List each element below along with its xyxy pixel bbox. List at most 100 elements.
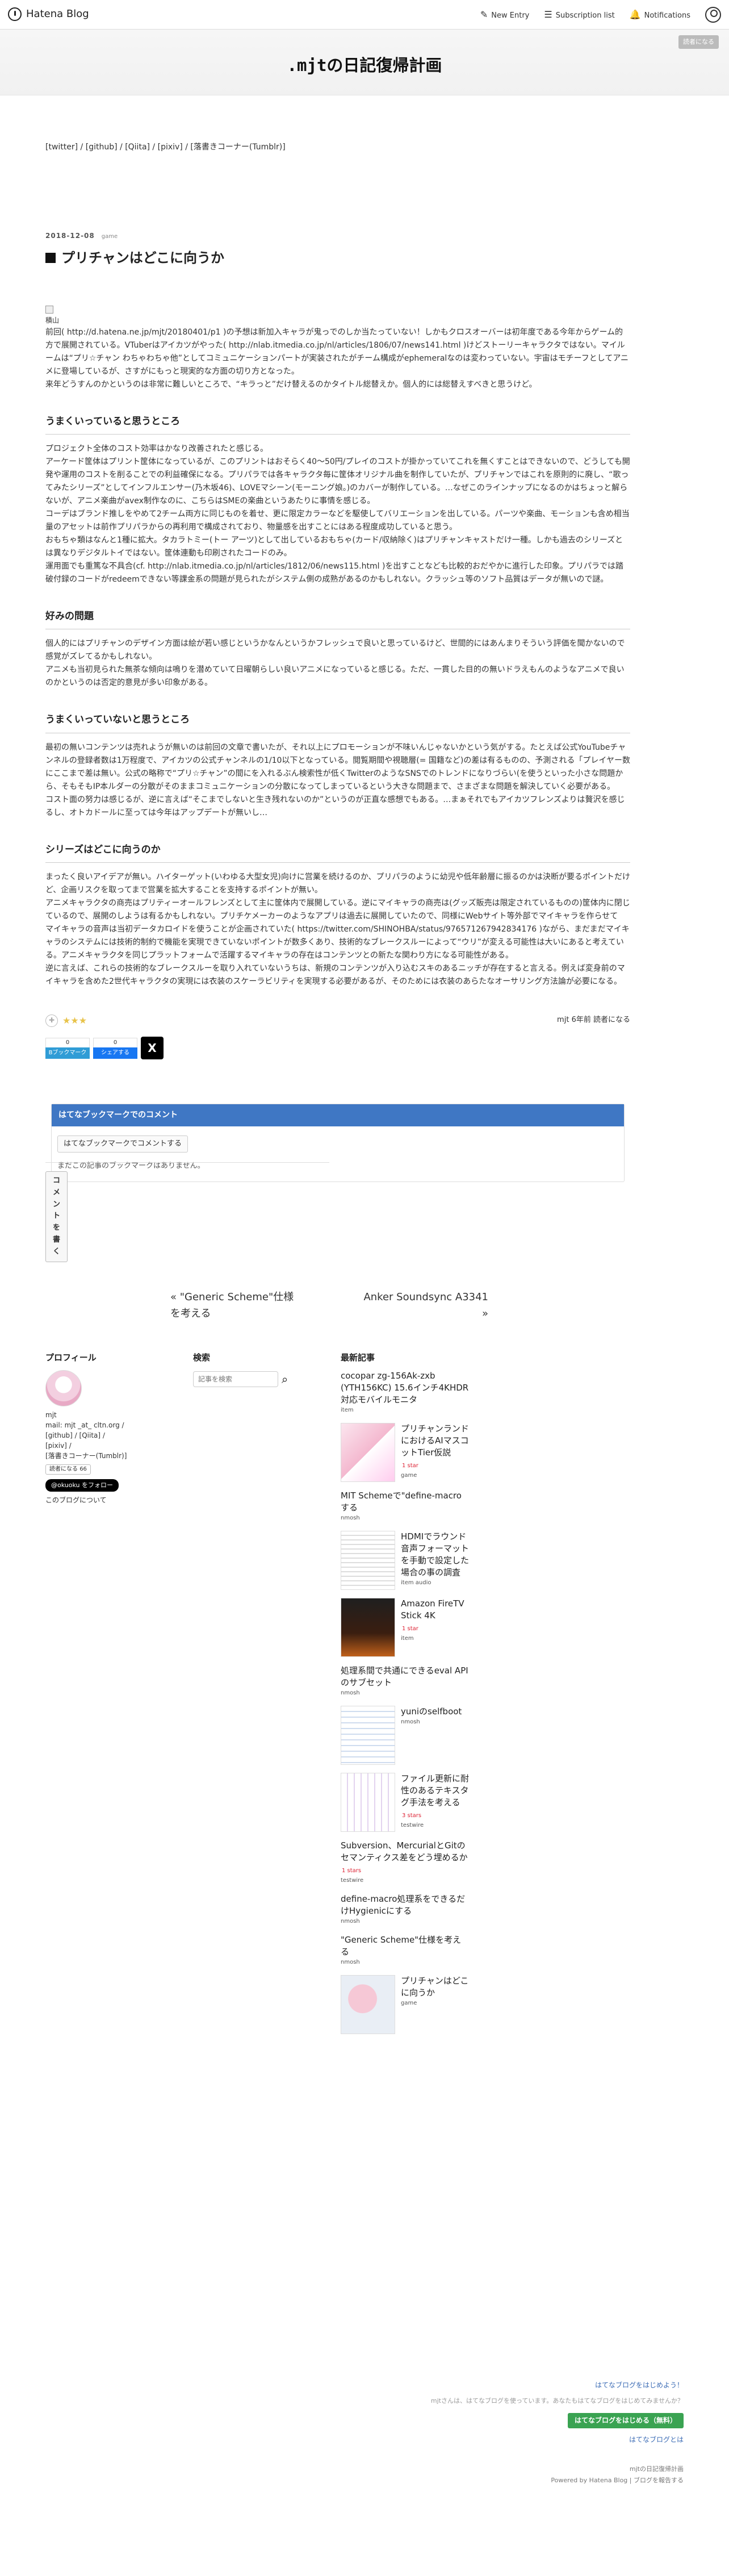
recent-entry-title[interactable]: ファイル更新に耐性のあるテキスタグ手法を考える xyxy=(401,1773,469,1809)
recent-entry-category[interactable]: testwire xyxy=(341,1876,469,1885)
recent-entry-title[interactable]: プリチャンランドにおけるAIマスコットTier仮説 xyxy=(401,1423,469,1459)
entry-thumbnail[interactable] xyxy=(341,1423,395,1482)
list-icon: ☰ xyxy=(544,9,552,20)
recent-entry-title[interactable]: cocopar zg-156Ak-zxb (YTH156KC) 15.6インチ4… xyxy=(341,1370,469,1406)
recent-entry[interactable]: cocopar zg-156Ak-zxb (YTH156KC) 15.6インチ4… xyxy=(341,1370,469,1415)
recent-entry-title[interactable]: MIT Schemeで"define-macroする xyxy=(341,1490,469,1514)
tumblr-link[interactable]: [落書きコーナー(Tumblr)] xyxy=(190,143,285,152)
prev-entry-link[interactable]: « "Generic Scheme"仕様を考える xyxy=(170,1289,301,1322)
profile-reader-button[interactable]: 読者になる 66 xyxy=(45,1464,91,1475)
entry-age[interactable]: 6年前 xyxy=(572,1016,591,1024)
hatena-blog-logo[interactable]: Hatena Blog xyxy=(8,6,89,23)
recent-entry[interactable]: プリチャンランドにおけるAIマスコットTier仮説 1 star game xyxy=(341,1423,469,1482)
recent-entry[interactable]: 処理系間で共通にできるeval APIのサブセット nmosh xyxy=(341,1665,469,1698)
recent-entry-category[interactable]: nmosh xyxy=(341,1514,469,1523)
start-blog-button[interactable]: はてなブログをはじめる（無料） xyxy=(567,2413,684,2429)
profile-pixiv[interactable]: [pixiv] / xyxy=(45,1442,72,1450)
author-link[interactable]: mjt xyxy=(557,1016,569,1024)
entry-reader-link[interactable]: 読者になる xyxy=(593,1016,630,1024)
x-follow-button[interactable]: @okuoku をフォロー xyxy=(45,1479,119,1492)
recent-entry[interactable]: define-macro処理系をできるだけHygienicにする nmosh xyxy=(341,1893,469,1926)
recent-entry-title[interactable]: Amazon FireTV Stick 4K xyxy=(401,1598,469,1622)
date-text[interactable]: 2018-12-08 xyxy=(45,232,95,240)
recent-entry-title[interactable]: プリチャンはどこに向うか xyxy=(401,1975,469,1999)
recent-entry-title[interactable]: 処理系間で共通にできるeval APIのサブセット xyxy=(341,1665,469,1689)
recent-entry[interactable]: Subversion、MercurialとGitのセマンティクス差をどう埋めるか… xyxy=(341,1840,469,1885)
recent-entry-category[interactable]: item xyxy=(341,1406,469,1415)
new-entry-button[interactable]: ✎ New Entry xyxy=(480,7,529,22)
fb-label: シェアする xyxy=(93,1047,137,1059)
recent-entry-category[interactable]: item audio xyxy=(401,1579,469,1588)
star-icon[interactable]: ★★★ xyxy=(62,1013,87,1028)
section-heading: うまくいっていると思うところ xyxy=(45,414,630,435)
entry-category[interactable]: game xyxy=(102,233,118,240)
recent-entry[interactable]: ファイル更新に耐性のあるテキスタグ手法を考える 3 stars testwire xyxy=(341,1773,469,1832)
twitter-link[interactable]: [twitter] xyxy=(45,143,78,152)
recent-entry-category[interactable]: item xyxy=(401,1634,469,1643)
entry-thumbnail[interactable] xyxy=(341,1706,395,1765)
recent-list: cocopar zg-156Ak-zxb (YTH156KC) 15.6インチ4… xyxy=(341,1370,469,2035)
x-share-icon[interactable]: X xyxy=(141,1037,164,1060)
bookmark-comments: はてなブックマークでのコメント はてなブックマークでコメントする まだこの記事の… xyxy=(51,1104,625,1183)
recent-entry-category[interactable]: nmosh xyxy=(401,1718,462,1727)
reader-btn-label: 読者になる xyxy=(49,1466,78,1472)
recent-entry-title[interactable]: Subversion、MercurialとGitのセマンティクス差をどう埋めるか xyxy=(341,1840,469,1864)
reader-count: 66 xyxy=(79,1466,87,1472)
entry-thumbnail[interactable] xyxy=(341,1531,395,1590)
star-count: 1 star xyxy=(402,1463,418,1469)
facebook-share[interactable]: 0 シェアする xyxy=(93,1037,137,1059)
recent-entry[interactable]: "Generic Scheme"仕様を考える nmosh xyxy=(341,1934,469,1967)
blog-title[interactable]: .mjtの日記復帰計画 xyxy=(0,52,729,78)
github-link[interactable]: [github] xyxy=(86,143,118,152)
search-icon[interactable]: ⌕ xyxy=(282,1370,288,1388)
promo-text: mjtさんは、はてなブログを使っています。あなたもはてなブログをはじめてみません… xyxy=(430,2397,684,2404)
profile-tumblr[interactable]: [落書きコーナー(Tumblr)] xyxy=(45,1452,127,1460)
recent-entry[interactable]: MIT Schemeで"define-macroする nmosh xyxy=(341,1490,469,1523)
entry-title[interactable]: プリチャンはどこに向うか xyxy=(45,247,630,269)
next-entry-link[interactable]: Anker Soundsync A3341 » xyxy=(358,1289,488,1322)
user-menu-icon[interactable] xyxy=(705,6,721,23)
profile-avatar[interactable] xyxy=(45,1370,82,1406)
write-comment-button[interactable]: コメントを書く xyxy=(45,1171,68,1262)
recent-entry-title[interactable]: HDMIでラウンド音声フォーマットを手動で設定した場合の事の調査 xyxy=(401,1531,469,1579)
share-buttons: 0 Bブックマーク 0 シェアする X xyxy=(45,1037,630,1060)
search-input[interactable] xyxy=(193,1371,278,1387)
recent-entry[interactable]: プリチャンはどこに向うか game xyxy=(341,1975,469,2035)
paragraph: プロジェクト全体のコスト効率はかなり改善されたと感じる。 xyxy=(45,444,268,454)
recent-entry[interactable]: yuniのselfboot nmosh xyxy=(341,1706,469,1765)
recent-entry-title[interactable]: yuniのselfboot xyxy=(401,1706,462,1718)
recent-entry-title[interactable]: "Generic Scheme"仕様を考える xyxy=(341,1934,469,1958)
recent-entry-category[interactable]: nmosh xyxy=(341,1689,469,1698)
brand-name: Hatena Blog xyxy=(26,8,89,20)
profile-name[interactable]: mjt xyxy=(45,1411,57,1419)
recent-entry[interactable]: Amazon FireTV Stick 4K 1 star item xyxy=(341,1598,469,1657)
subscription-list-button[interactable]: ☰ Subscription list xyxy=(544,7,614,22)
footer-blogname[interactable]: mjtの日記復帰計画 xyxy=(630,2464,684,2474)
hatena-bookmark-share[interactable]: 0 Bブックマーク xyxy=(45,1037,90,1059)
about-hatena-link[interactable]: はてなブログとは xyxy=(629,2435,684,2445)
recent-entry-category[interactable]: game xyxy=(401,1471,469,1480)
recent-entry-title[interactable]: define-macro処理系をできるだけHygienicにする xyxy=(341,1893,469,1917)
image-icon xyxy=(45,306,53,314)
notifications-button[interactable]: 🔔 Notifications xyxy=(630,7,690,22)
bookmark-comment-button[interactable]: はてなブックマークでコメントする xyxy=(57,1135,188,1153)
entry-thumbnail[interactable] xyxy=(341,1598,395,1657)
recent-entry-category[interactable]: game xyxy=(401,1999,469,2008)
recent-entry[interactable]: HDMIでラウンド音声フォーマットを手動で設定した場合の事の調査 item aud… xyxy=(341,1531,469,1590)
star-count: 1 stars xyxy=(342,1868,362,1874)
profile-links[interactable]: [github] / [Qiita] / xyxy=(45,1431,105,1439)
entry-footer: ✚ ★★★ mjt 6年前 読者になる xyxy=(45,1013,630,1028)
powered-by[interactable]: Powered by Hatena Blog | ブログを報告する xyxy=(551,2475,684,2486)
recent-entry-category[interactable]: testwire xyxy=(401,1821,469,1830)
about-blog-link[interactable]: このブログについて xyxy=(45,1496,107,1504)
qiita-link[interactable]: [Qiita] xyxy=(125,143,150,152)
recent-entry-category[interactable]: nmosh xyxy=(341,1958,469,1967)
paragraph: 運用面でも重篤な不具合(cf. http://nlab.itmedia.co.j… xyxy=(45,562,623,584)
recent-entry-category[interactable]: nmosh xyxy=(341,1917,469,1926)
header-reader-button[interactable]: 読者になる xyxy=(678,35,719,49)
add-star-icon[interactable]: ✚ xyxy=(45,1014,58,1027)
entry-pager: « "Generic Scheme"仕様を考える Anker Soundsync… xyxy=(170,1289,488,1322)
entry-thumbnail[interactable] xyxy=(341,1975,395,2035)
entry-thumbnail[interactable] xyxy=(341,1773,395,1832)
pixiv-link[interactable]: [pixiv] xyxy=(158,143,183,152)
